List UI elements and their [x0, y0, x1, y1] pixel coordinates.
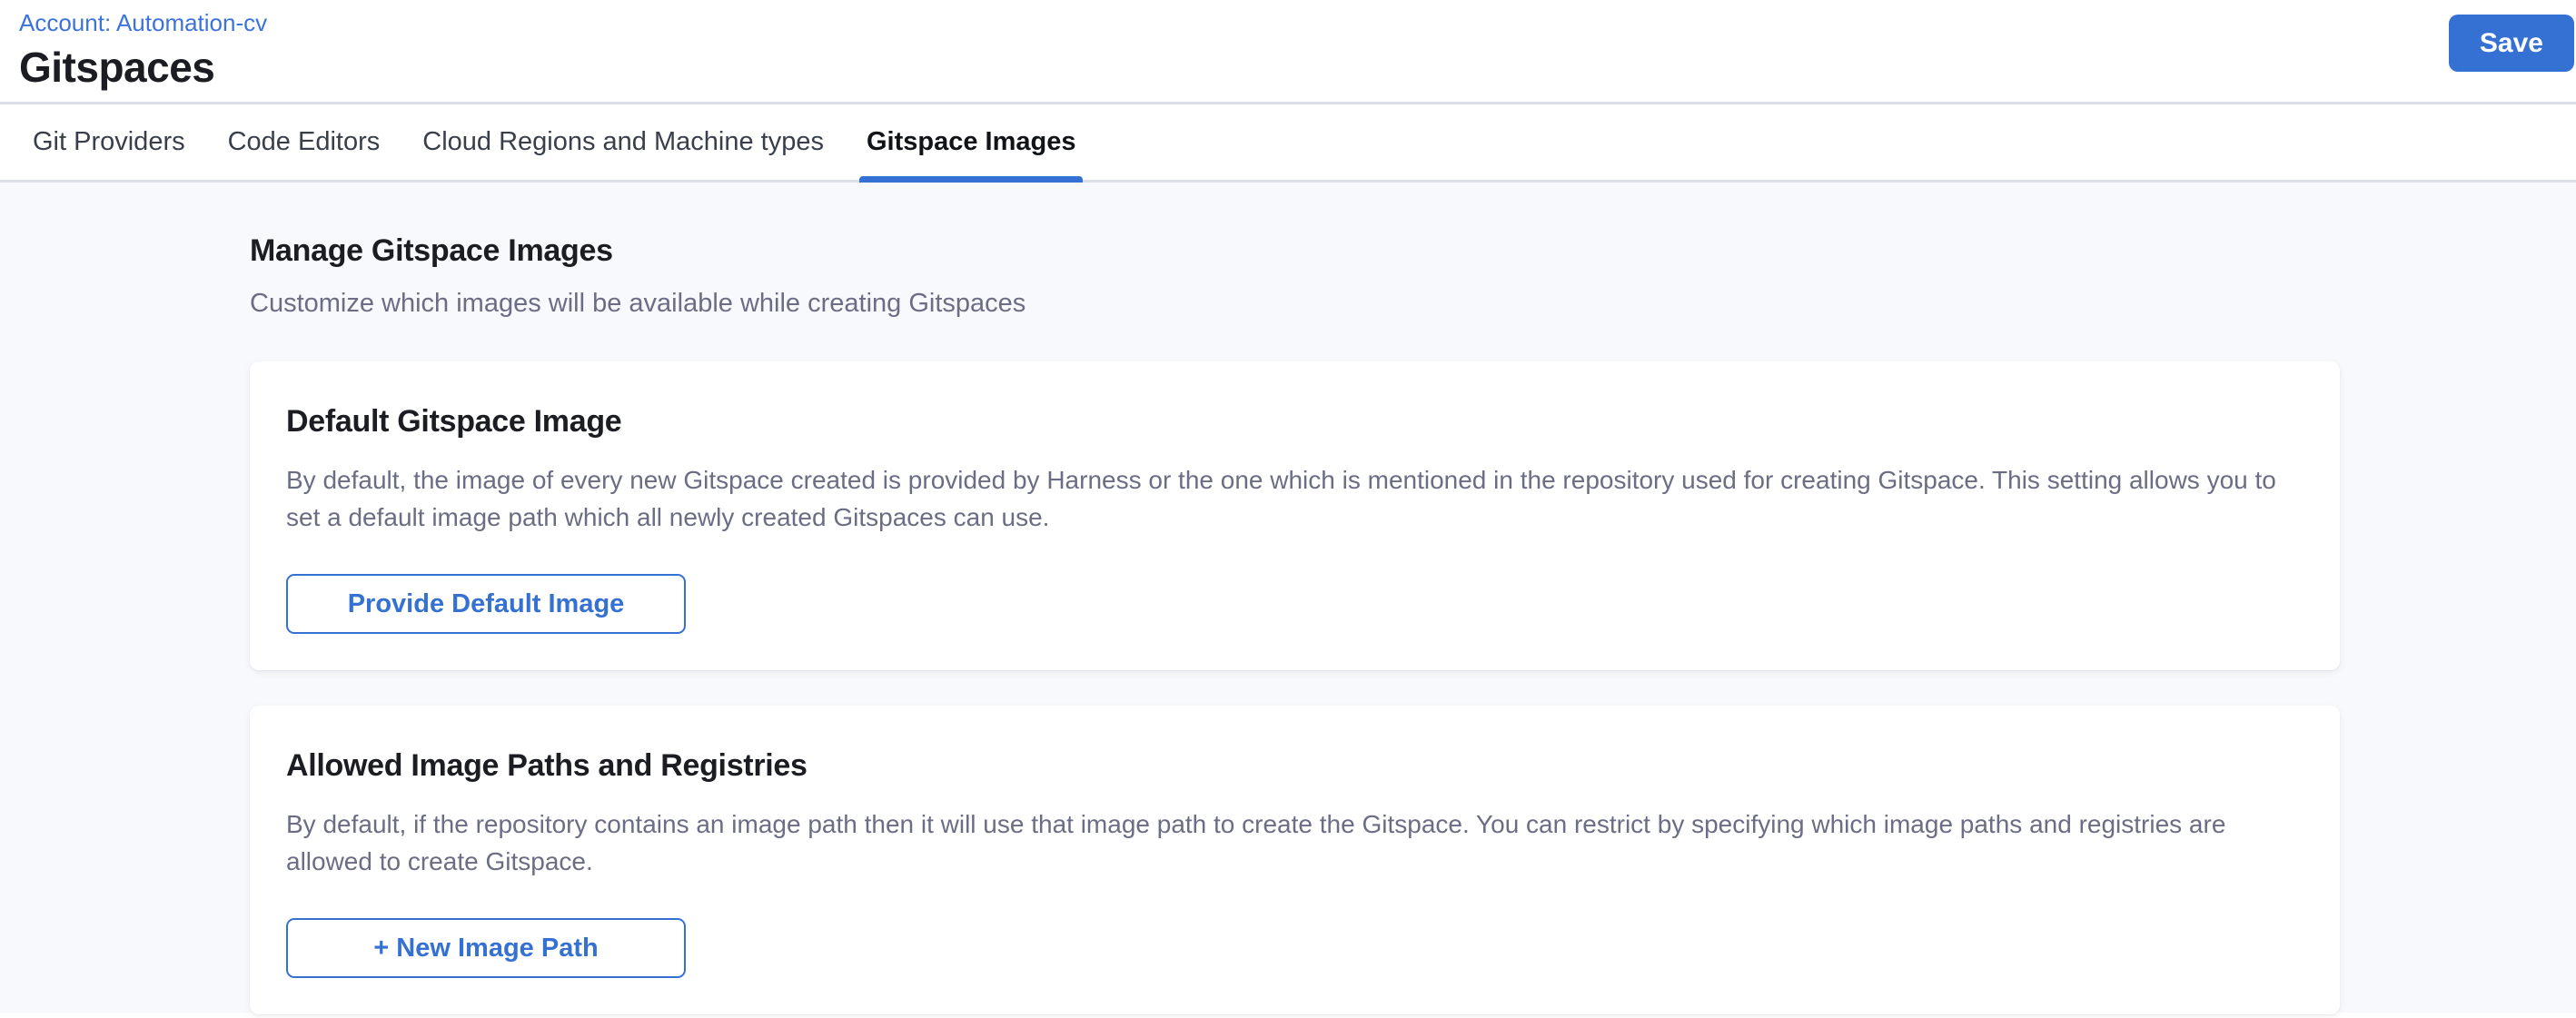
provide-default-image-button[interactable]: Provide Default Image	[286, 574, 686, 634]
default-gitspace-image-card: Default Gitspace Image By default, the i…	[250, 361, 2340, 670]
tab-cloud-regions-machine-types[interactable]: Cloud Regions and Machine types	[422, 104, 824, 180]
card-title-default-image: Default Gitspace Image	[286, 403, 2304, 440]
new-image-path-button[interactable]: + New Image Path	[286, 918, 686, 978]
tab-git-providers[interactable]: Git Providers	[33, 104, 185, 180]
account-breadcrumb-link[interactable]: Account: Automation-cv	[19, 7, 267, 38]
page-header: Account: Automation-cv Gitspaces Save	[0, 0, 2576, 104]
allowed-image-paths-card: Allowed Image Paths and Registries By de…	[250, 706, 2340, 1014]
settings-tab-bar: Git Providers Code Editors Cloud Regions…	[0, 104, 2576, 183]
card-description-allowed-paths: By default, if the repository contains a…	[286, 806, 2294, 880]
card-description-default-image: By default, the image of every new Gitsp…	[286, 461, 2294, 536]
tab-code-editors[interactable]: Code Editors	[228, 104, 381, 180]
section-subheading: Customize which images will be available…	[250, 287, 2342, 320]
card-title-allowed-paths: Allowed Image Paths and Registries	[286, 747, 2304, 784]
tab-gitspace-images[interactable]: Gitspace Images	[867, 104, 1076, 180]
save-button[interactable]: Save	[2449, 15, 2574, 72]
content-area: Manage Gitspace Images Customize which i…	[0, 183, 2576, 1013]
section-heading: Manage Gitspace Images	[250, 232, 2342, 269]
page-title: Gitspaces	[19, 44, 2576, 91]
